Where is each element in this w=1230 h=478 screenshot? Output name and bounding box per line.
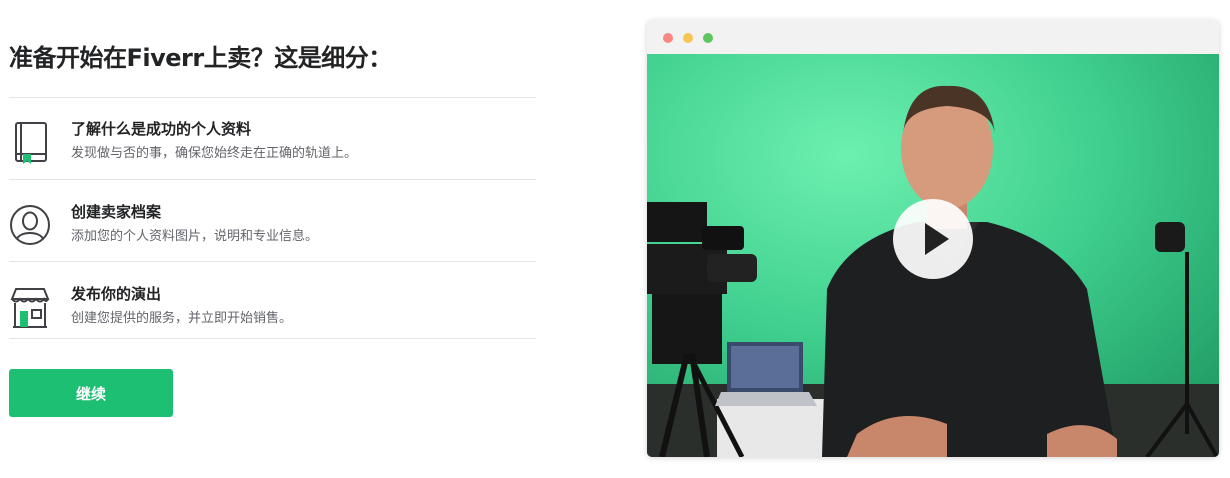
maximize-dot-icon (703, 33, 713, 43)
minimize-dot-icon (683, 33, 693, 43)
divider (9, 179, 536, 180)
step-seller-profile: 创建卖家档案 添加您的个人资料图片，说明和专业信息。 (9, 201, 536, 261)
play-icon[interactable] (893, 199, 973, 279)
divider (9, 97, 536, 98)
continue-button[interactable]: 继续 (9, 369, 173, 417)
divider (9, 261, 536, 262)
user-profile-icon (9, 203, 51, 247)
storefront-icon (9, 285, 51, 329)
video-player (647, 20, 1219, 457)
page-title: 准备开始在Fiverr上卖？这是细分： (9, 44, 392, 72)
book-icon (9, 120, 51, 164)
video-thumbnail[interactable] (647, 54, 1219, 457)
step-description: 发现做与否的事，确保您始终走在正确的轨道上。 (71, 146, 358, 161)
step-title: 发布你的演出 (71, 285, 162, 303)
divider (9, 338, 536, 339)
step-profile-tips: 了解什么是成功的个人资料 发现做与否的事，确保您始终走在正确的轨道上。 (9, 118, 536, 178)
step-description: 添加您的个人资料图片，说明和专业信息。 (71, 229, 319, 244)
step-description: 创建您提供的服务，并立即开始销售。 (71, 311, 293, 326)
close-dot-icon (663, 33, 673, 43)
step-title: 了解什么是成功的个人资料 (71, 120, 252, 138)
window-chrome (647, 20, 1219, 54)
step-title: 创建卖家档案 (71, 203, 162, 221)
step-publish-gig: 发布你的演出 创建您提供的服务，并立即开始销售。 (9, 283, 536, 343)
